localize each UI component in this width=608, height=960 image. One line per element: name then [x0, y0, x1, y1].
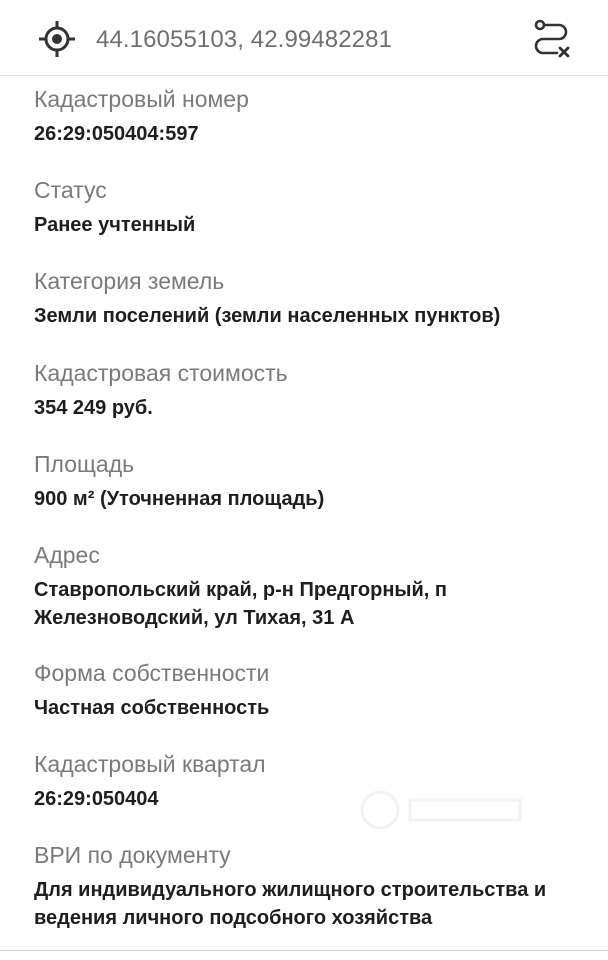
field-label: Адрес — [34, 542, 100, 568]
field-value: Ставропольский край, р-н Предгорный, п Ж… — [34, 579, 447, 629]
parcel-details: Кадастровый номер 26:29:050404:597 Стату… — [34, 80, 590, 946]
field-area: Площадь 900 м² (Уточненная площадь) — [34, 445, 590, 536]
field-value: Для индивидуального жилищного строительс… — [34, 879, 547, 929]
field-label: Площадь — [34, 451, 135, 477]
field-permitted-use: ВРИ по документу Для индивидуального жил… — [34, 836, 590, 946]
crosshair-icon[interactable] — [38, 20, 76, 58]
field-status: Статус Ранее учтенный — [34, 171, 590, 262]
field-value: Ранее учтенный — [34, 214, 196, 236]
field-cadastral-quarter: Кадастровый квартал 26:29:050404 — [34, 745, 590, 836]
header-bar: 44.16055103, 42.99482281 — [0, 0, 608, 76]
field-label: ВРИ по документу — [34, 842, 231, 868]
field-cadastral-number: Кадастровый номер 26:29:050404:597 — [34, 80, 590, 171]
field-label: Кадастровый номер — [34, 86, 249, 112]
field-value: Частная собственность — [34, 697, 270, 719]
bottom-divider — [0, 950, 608, 951]
field-ownership-form: Форма собственности Частная собственност… — [34, 654, 590, 745]
field-value[interactable]: 26:29:050404 — [34, 785, 590, 813]
route-clear-icon[interactable] — [530, 18, 572, 60]
field-label: Категория земель — [34, 268, 225, 294]
field-label: Статус — [34, 177, 107, 203]
coordinates-text: 44.16055103, 42.99482281 — [96, 26, 393, 53]
field-label: Форма собственности — [34, 660, 270, 686]
field-label: Кадастровая стоимость — [34, 360, 288, 386]
field-value[interactable]: 26:29:050404:597 — [34, 120, 590, 148]
field-land-category: Категория земель Земли поселений (земли … — [34, 262, 590, 354]
field-cadastral-cost: Кадастровая стоимость 354 249 руб. — [34, 354, 590, 445]
field-address: Адрес Ставропольский край, р-н Предгорны… — [34, 536, 590, 654]
field-value: 900 м² (Уточненная площадь) — [34, 488, 325, 510]
field-label: Кадастровый квартал — [34, 751, 266, 777]
field-value: Земли поселений (земли населенных пункто… — [34, 305, 501, 327]
field-value: 354 249 руб. — [34, 397, 153, 419]
